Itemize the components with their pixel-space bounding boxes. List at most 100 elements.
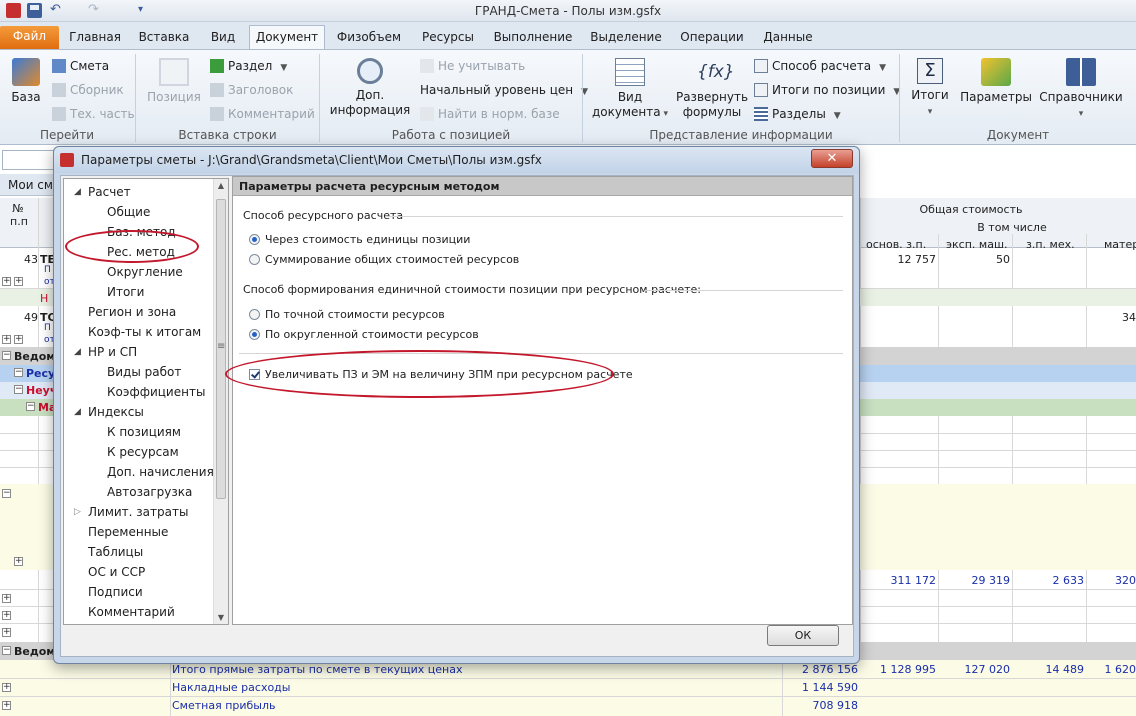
- tree-item[interactable]: Регион и зона: [88, 303, 176, 321]
- name-box[interactable]: [2, 150, 56, 170]
- tree-item[interactable]: ОС и ССР: [88, 563, 145, 581]
- doc-view-button[interactable]: Вид документа ▾: [590, 58, 670, 122]
- collection-button[interactable]: Сборник: [52, 81, 124, 99]
- tree-item[interactable]: Расчет: [88, 183, 131, 201]
- cell-value: 127 020: [964, 663, 1011, 676]
- scroll-down-icon[interactable]: ▼: [214, 613, 228, 622]
- tree-item[interactable]: Коэффициенты: [107, 383, 205, 401]
- scroll-up-icon[interactable]: ▲: [214, 181, 228, 190]
- tree-collapse-icon[interactable]: ◢: [74, 343, 81, 361]
- position-button[interactable]: Позиция: [146, 58, 202, 105]
- tab-operations[interactable]: Операции: [676, 27, 748, 49]
- collapse-toggle[interactable]: −: [2, 489, 11, 498]
- tree-item[interactable]: Комментарий: [88, 603, 175, 621]
- expand-toggle[interactable]: +: [2, 277, 11, 286]
- expand-toggle[interactable]: +: [2, 701, 11, 710]
- tree-item[interactable]: Автозагрузка: [107, 483, 192, 501]
- tree-item[interactable]: НР и СП: [88, 343, 137, 361]
- radio-rounded-cost[interactable]: По округленной стоимости ресурсов: [249, 326, 479, 344]
- tab-file[interactable]: Файл: [0, 26, 59, 49]
- tree-collapse-icon[interactable]: ◢: [74, 403, 81, 421]
- tree-item[interactable]: Общие: [107, 203, 150, 221]
- expand-toggle[interactable]: +: [2, 335, 11, 344]
- cell-value: 29 319: [971, 574, 1011, 587]
- comment-button[interactable]: Комментарий: [210, 105, 315, 123]
- section-divider: [385, 216, 843, 217]
- cell-value: 1 620: [1104, 663, 1136, 676]
- collapse-toggle[interactable]: −: [14, 385, 23, 394]
- collapse-toggle[interactable]: −: [2, 351, 11, 360]
- sheet-tab-label[interactable]: Мои см: [8, 178, 53, 192]
- radio-exact-cost[interactable]: По точной стоимости ресурсов: [249, 306, 445, 324]
- tab-physvolume[interactable]: Физобъем: [333, 27, 405, 49]
- header-button[interactable]: Заголовок: [210, 81, 293, 99]
- tab-home[interactable]: Главная: [65, 27, 125, 49]
- tree-item[interactable]: Округление: [107, 263, 183, 281]
- position-icon: [159, 58, 189, 86]
- ignore-button[interactable]: Не учитывать: [420, 57, 525, 75]
- radio-sum-resources[interactable]: Суммирование общих стоимостей ресурсов: [249, 251, 519, 269]
- tree-item[interactable]: Индексы: [88, 403, 144, 421]
- expand-formulas-button[interactable]: {fx} Развернуть формулы: [674, 58, 750, 120]
- totals-button[interactable]: Σ Итоги ▾: [906, 58, 954, 120]
- estimate-button[interactable]: Смета: [52, 57, 109, 75]
- tab-document[interactable]: Документ: [249, 25, 325, 50]
- dialog-close-button[interactable]: ✕: [811, 149, 853, 168]
- expand-toggle[interactable]: +: [2, 628, 11, 637]
- col-eksp-header: эксп. маш.: [946, 238, 1008, 251]
- dialog-title-bar[interactable]: Параметры сметы - J:\Grand\Grandsmeta\Cl…: [54, 147, 859, 173]
- tree-collapse-icon[interactable]: ◢: [74, 183, 81, 201]
- tree-item-label: Таблицы: [88, 545, 144, 559]
- radio-selected-icon: [249, 329, 260, 340]
- group-label-insert-row: Вставка строки: [178, 128, 277, 142]
- section-title: Ресу: [26, 367, 56, 380]
- tree-expand-icon[interactable]: ▷: [74, 503, 81, 521]
- tree-item[interactable]: К ресурсам: [107, 443, 179, 461]
- row-marker: Н: [40, 292, 49, 305]
- collapse-toggle[interactable]: −: [2, 646, 11, 655]
- base-button[interactable]: База: [6, 58, 46, 105]
- expand-toggle[interactable]: +: [2, 683, 11, 692]
- calc-method-icon: [754, 59, 768, 73]
- tree-item[interactable]: Коэф-ты к итогам: [88, 323, 201, 341]
- ok-button[interactable]: ОК: [767, 625, 839, 646]
- collapse-toggle[interactable]: −: [26, 402, 35, 411]
- cell-value: 1 144 590: [802, 681, 858, 694]
- references-button[interactable]: Справочники ▾: [1038, 58, 1124, 122]
- tab-insert[interactable]: Вставка: [134, 27, 194, 49]
- ribbon-tab-row: Файл Главная Вставка Вид Документ Физобъ…: [0, 22, 1136, 50]
- tree-item[interactable]: Лимит. затраты: [88, 503, 188, 521]
- tech-part-button[interactable]: Тех. часть: [52, 105, 135, 123]
- tree-item[interactable]: Подписи: [88, 583, 143, 601]
- tree-item[interactable]: Итоги: [107, 283, 144, 301]
- tab-execution[interactable]: Выполнение: [490, 27, 576, 49]
- extra-info-button[interactable]: Доп. информация: [326, 58, 414, 118]
- tree-item[interactable]: Таблицы: [88, 543, 143, 561]
- totals-by-position-dropdown[interactable]: Итоги по позиции ▼: [754, 81, 900, 99]
- tree-item[interactable]: К позициям: [107, 423, 181, 441]
- tab-selection[interactable]: Выделение: [586, 27, 666, 49]
- tree-item[interactable]: Виды работ: [107, 363, 181, 381]
- cell-value: 34: [1122, 311, 1136, 324]
- radio-unit-cost[interactable]: Через стоимость единицы позиции: [249, 231, 470, 249]
- tree-scrollbar[interactable]: ▲ ≡ ▼: [213, 179, 228, 624]
- expand-toggle[interactable]: +: [14, 335, 23, 344]
- expand-toggle[interactable]: +: [2, 594, 11, 603]
- sections-dropdown[interactable]: Разделы ▼: [754, 105, 841, 123]
- parameters-button[interactable]: Параметры: [960, 58, 1032, 105]
- find-norm-button[interactable]: Найти в норм. базе: [420, 105, 560, 123]
- expand-toggle[interactable]: +: [14, 557, 23, 566]
- tab-view[interactable]: Вид: [203, 27, 243, 49]
- section-button[interactable]: Раздел ▼: [210, 57, 287, 75]
- cell-value: 2 876 156: [802, 663, 858, 676]
- tree-item[interactable]: Доп. начисления: [107, 463, 214, 481]
- expand-toggle[interactable]: +: [2, 611, 11, 620]
- price-level-dropdown[interactable]: Начальный уровень цен ▼: [420, 81, 588, 99]
- tab-resources[interactable]: Ресурсы: [415, 27, 481, 49]
- tab-data[interactable]: Данные: [757, 27, 819, 49]
- group-label-work-position: Работа с позицией: [391, 128, 511, 142]
- calc-method-dropdown[interactable]: Способ расчета ▼: [754, 57, 886, 75]
- expand-toggle[interactable]: +: [14, 277, 23, 286]
- tree-item[interactable]: Переменные: [88, 523, 168, 541]
- collapse-toggle[interactable]: −: [14, 368, 23, 377]
